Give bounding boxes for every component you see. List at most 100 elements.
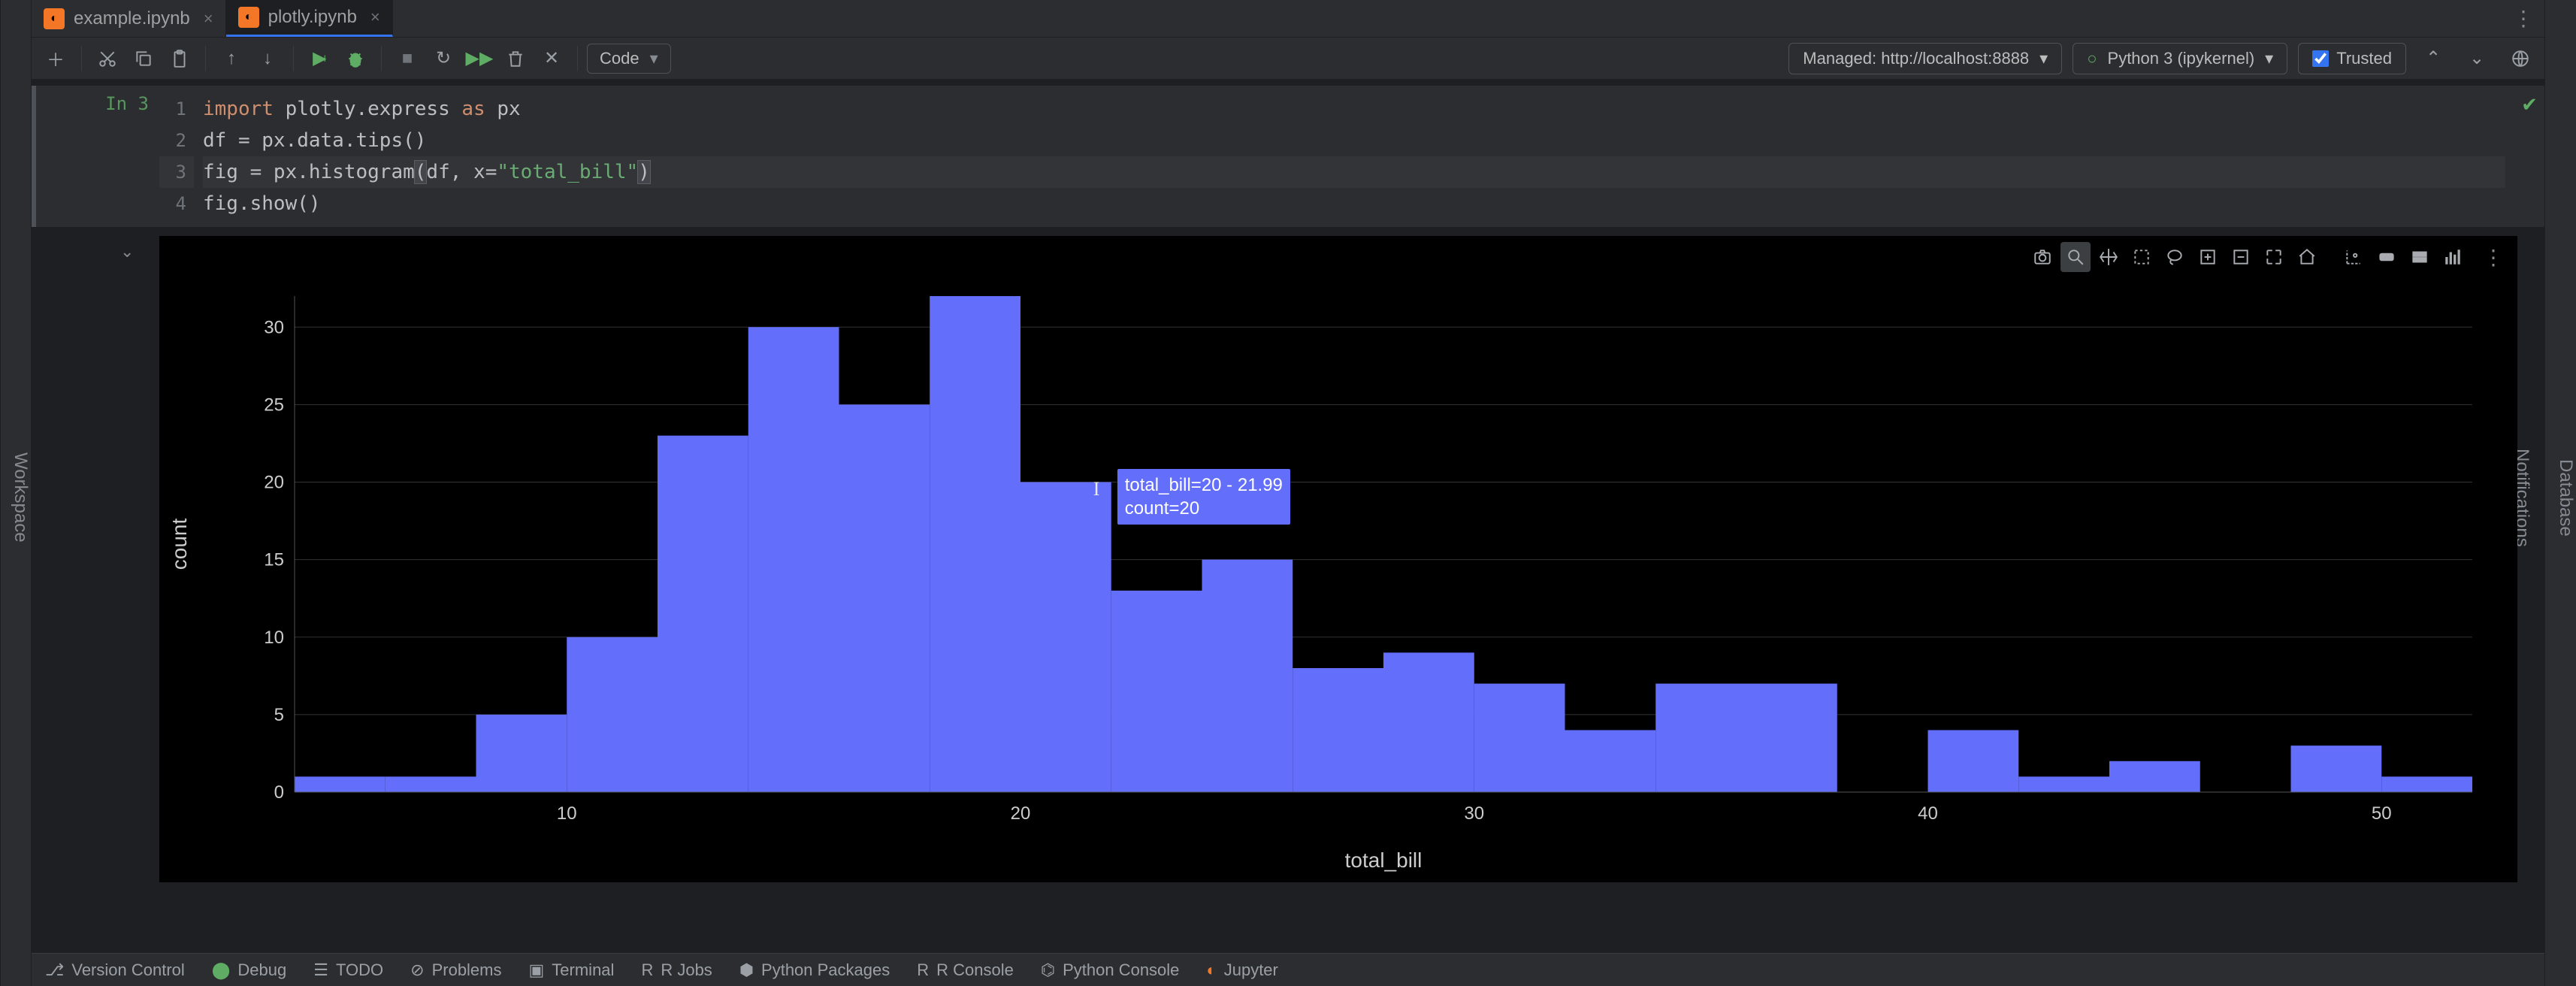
todo-tool[interactable]: ☰TODO [313, 960, 383, 980]
notebook-content: In 3 1 2 3 4 import plotly.express as px… [32, 80, 2544, 953]
server-chip[interactable]: Managed: http://localhost:8888▾ [1788, 43, 2062, 74]
svg-text:15: 15 [264, 550, 284, 570]
svg-text:50: 50 [2372, 803, 2392, 824]
delete-button[interactable] [499, 42, 532, 75]
rconsole-tool[interactable]: RR Console [917, 960, 1014, 980]
zoom-icon[interactable] [2060, 242, 2091, 272]
tab-example[interactable]: ◐ example.ipynb × [32, 0, 226, 37]
svg-text:30: 30 [264, 317, 284, 337]
text-cursor: I [1093, 478, 1100, 501]
rjobs-tool[interactable]: RR Jobs [641, 960, 712, 980]
jupyter-icon: ◐ [238, 7, 259, 28]
svg-text:20: 20 [264, 473, 284, 493]
debug-cell-button[interactable] [339, 42, 372, 75]
camera-icon[interactable] [2027, 242, 2057, 272]
jupyter-tool[interactable]: ◐Jupyter [1206, 960, 1277, 980]
trusted-checkbox[interactable]: Trusted [2298, 43, 2406, 74]
hover-closest-icon[interactable] [2372, 242, 2402, 272]
editor-tabs: ◐ example.ipynb × ◐ plotly.ipynb × ⋮ [32, 0, 2544, 38]
svg-text:30: 30 [1464, 803, 1484, 824]
debug-tool[interactable]: ⬤Debug [212, 960, 286, 980]
pypkg-tool[interactable]: ⬢Python Packages [739, 960, 890, 980]
workspace-tool[interactable]: Workspace [10, 446, 31, 549]
move-down-button[interactable]: ↓ [251, 42, 284, 75]
box-select-icon[interactable] [2127, 242, 2157, 272]
svg-text:10: 10 [264, 628, 284, 648]
problems-tool[interactable]: ⊘Problems [410, 960, 501, 980]
pan-icon[interactable] [2094, 242, 2124, 272]
svg-text:5: 5 [274, 705, 284, 725]
hover-compare-icon[interactable] [2405, 242, 2435, 272]
terminal-tool[interactable]: ▣Terminal [529, 960, 615, 980]
package-icon: ⬢ [739, 960, 754, 980]
svg-text:20: 20 [1011, 803, 1031, 824]
autoscale-icon[interactable] [2259, 242, 2289, 272]
status-bar: ⎇Version Control ⬤Debug ☰TODO ⊘Problems … [32, 953, 2544, 986]
browser-button[interactable] [2504, 42, 2537, 75]
run-all-button[interactable]: ▶▶ [463, 42, 496, 75]
clear-outputs-button[interactable]: ✕ [535, 42, 568, 75]
database-tool[interactable]: Database [2555, 453, 2576, 543]
output-more-menu[interactable]: ⋮ [2478, 242, 2508, 272]
vcs-tool[interactable]: ⎇Version Control [45, 960, 185, 980]
tab-label: plotly.ipynb [268, 7, 357, 28]
r-icon: R [641, 960, 653, 980]
terminal-icon: ▣ [529, 960, 545, 980]
notebook-toolbar: ＋ ↑ ↓ ▶I ■ ↻ ▶▶ ✕ Code▾ Managed: http://… [32, 38, 2544, 80]
copy-button[interactable] [127, 42, 160, 75]
move-up-button[interactable]: ↑ [215, 42, 248, 75]
plotly-chart[interactable]: ⋮ 5101520253001020304050total_billcount … [159, 236, 2517, 882]
chevron-down-icon: ▾ [650, 49, 658, 68]
svg-text:40: 40 [1918, 803, 1938, 824]
paste-button[interactable] [163, 42, 196, 75]
zoom-out-icon[interactable] [2226, 242, 2256, 272]
svg-text:0: 0 [274, 782, 284, 803]
cell-prompt: In 3 [69, 86, 159, 227]
chevron-down-icon: ▾ [2039, 49, 2048, 68]
stop-button[interactable]: ■ [391, 42, 424, 75]
add-cell-button[interactable]: ＋ [39, 42, 72, 75]
workspace-label: Workspace [10, 452, 31, 543]
plotly-logo-icon[interactable] [2438, 242, 2468, 272]
tabs-overflow-menu[interactable]: ⋮ [2502, 0, 2544, 37]
svg-text:25: 25 [264, 395, 284, 415]
database-label: Database [2555, 459, 2576, 537]
jupyter-icon: ◐ [1206, 960, 1216, 980]
collapse-output-button[interactable]: ⌄ [114, 236, 140, 267]
histogram-svg: 5 10 15 20 25 30 0 10 20 30 40 50 total_bill count [159, 236, 2517, 882]
tab-label: example.ipynb [74, 8, 190, 29]
branch-icon: ⎇ [45, 960, 64, 980]
chevron-down-icon: ▾ [2265, 49, 2273, 68]
spike-lines-icon[interactable] [2339, 242, 2369, 272]
left-tool-rail: Workspace Bookmarks [0, 0, 32, 986]
svg-text:total_bill: total_bill [1345, 848, 1423, 872]
svg-text:count: count [168, 519, 191, 570]
check-icon: ✔ [2521, 93, 2538, 116]
close-icon[interactable]: × [204, 9, 213, 29]
jupyter-icon: ◐ [44, 8, 65, 29]
right-tool-rail: Database Notifications Structure Jupyter… [2544, 0, 2576, 986]
home-icon[interactable] [2292, 242, 2322, 272]
cell-output: ⌄ [32, 236, 2544, 882]
plotly-modebar: ⋮ [2027, 242, 2508, 272]
r-icon: R [917, 960, 929, 980]
python-icon: ⌬ [1041, 960, 1055, 980]
code-editor[interactable]: import plotly.express as pxdf = px.data.… [194, 86, 2514, 227]
close-icon[interactable]: × [370, 8, 380, 27]
bug-icon: ⬤ [212, 960, 231, 980]
tab-plotly[interactable]: ◐ plotly.ipynb × [226, 0, 393, 37]
code-cell[interactable]: In 3 1 2 3 4 import plotly.express as px… [32, 86, 2544, 227]
run-cell-button[interactable]: ▶I [303, 42, 336, 75]
pyconsole-tool[interactable]: ⌬Python Console [1041, 960, 1180, 980]
restart-button[interactable]: ↻ [427, 42, 460, 75]
svg-text:10: 10 [557, 803, 577, 824]
list-icon: ☰ [313, 960, 328, 980]
warning-icon: ⊘ [410, 960, 424, 980]
cell-type-dropdown[interactable]: Code▾ [587, 44, 671, 74]
collapse-up-button[interactable]: ⌃ [2417, 42, 2450, 75]
zoom-in-icon[interactable] [2193, 242, 2223, 272]
lasso-icon[interactable] [2160, 242, 2190, 272]
cut-button[interactable] [91, 42, 124, 75]
kernel-chip[interactable]: ○Python 3 (ipykernel)▾ [2073, 43, 2287, 74]
expand-down-button[interactable]: ⌄ [2460, 42, 2493, 75]
